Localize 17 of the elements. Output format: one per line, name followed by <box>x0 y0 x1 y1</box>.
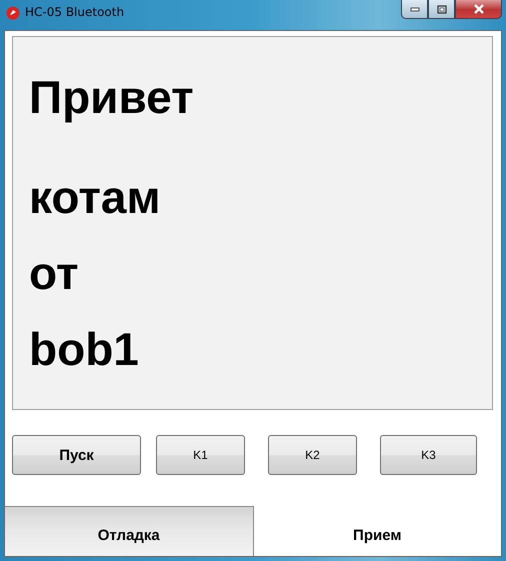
window-title: HC-05 Bluetooth <box>25 5 124 19</box>
close-icon <box>472 4 484 14</box>
minimize-icon <box>410 6 420 12</box>
command-button[interactable]: K1 <box>156 435 245 475</box>
command-button[interactable]: K3 <box>380 435 477 475</box>
display-text: котам <box>29 170 162 225</box>
display-text: от <box>29 246 80 301</box>
minimize-button[interactable] <box>401 0 428 19</box>
command-button[interactable]: K2 <box>268 435 357 475</box>
display-text: bob1 <box>29 322 140 377</box>
tab[interactable]: Отладка <box>5 506 254 556</box>
app-icon <box>6 6 20 20</box>
command-button[interactable]: Пуск <box>12 435 141 475</box>
display-text: Привет <box>29 70 195 125</box>
close-button[interactable] <box>455 0 502 19</box>
maximize-icon <box>436 4 446 14</box>
maximize-button[interactable] <box>428 0 455 19</box>
